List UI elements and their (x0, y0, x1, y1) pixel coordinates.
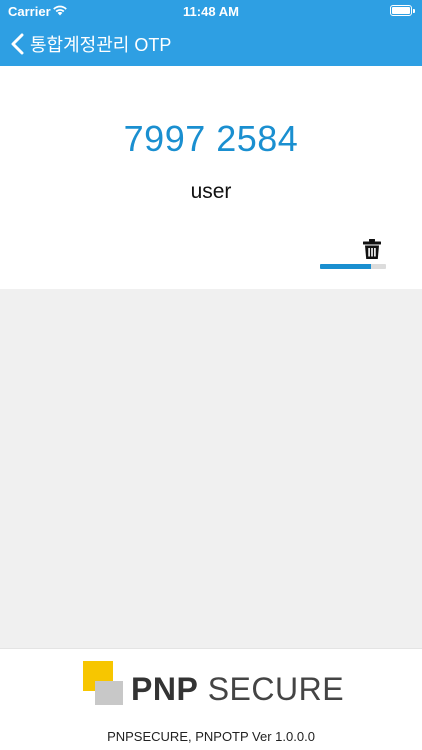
otp-code: 7997 2584 (123, 118, 299, 159)
battery-full-icon (390, 5, 415, 16)
back-button[interactable]: 통합계정관리 OTP (10, 31, 171, 57)
otp-timer-fill (320, 264, 371, 269)
status-time: 11:48 AM (183, 4, 239, 19)
logo-mark (83, 661, 123, 705)
pnpsecure-logo: PNP SECURE (83, 661, 345, 709)
otp-timer-progress (320, 264, 386, 269)
trash-icon[interactable] (361, 238, 383, 260)
account-name: user (190, 180, 232, 203)
page-title: 통합계정관리 OTP (30, 35, 172, 55)
navigation-bar: 통합계정관리 OTP (0, 26, 422, 62)
footer: PNP SECURE PNPSECURE, PNPOTP Ver 1.0.0.0 (0, 648, 422, 750)
status-bar: Carrier 11:48 AM (0, 0, 422, 22)
chevron-left-icon (10, 33, 26, 55)
app-header: Carrier 11:48 AM 통합계정관리 OTP (0, 0, 422, 66)
logo-wordmark: PNP SECURE (131, 671, 345, 707)
version-text: PNPSECURE, PNPOTP Ver 1.0.0.0 (107, 729, 315, 744)
otp-card: 7997 2584 user (0, 66, 422, 289)
